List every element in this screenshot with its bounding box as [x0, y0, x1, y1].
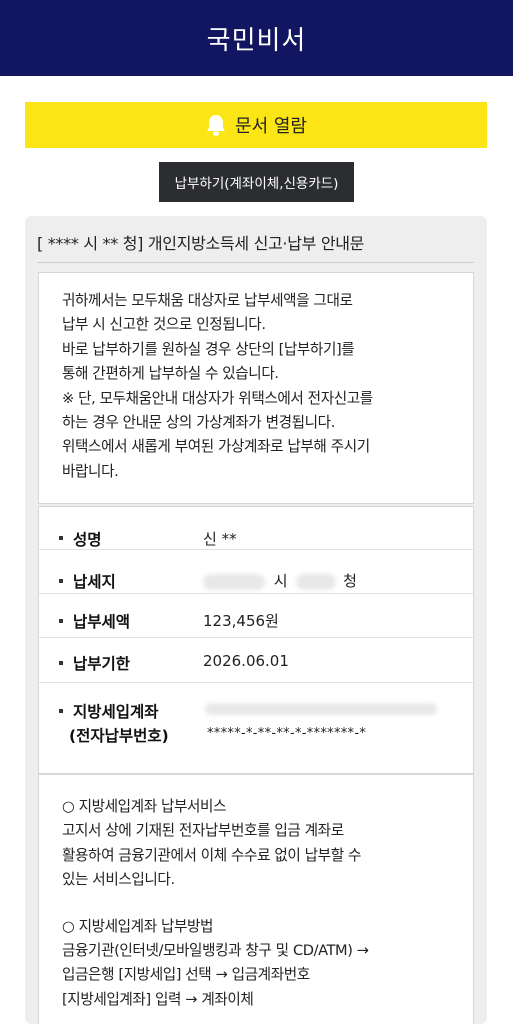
due-date-value: 2026.06.01	[203, 652, 289, 670]
bullet-icon	[59, 619, 63, 623]
location-city: 시	[273, 572, 288, 590]
title-divider	[37, 262, 474, 263]
service-panel: ○ 지방세입계좌 납부서비스 고지서 상에 기재된 전자납부번호를 입금 계좌로…	[38, 774, 474, 1024]
location-value: 시 청	[203, 570, 357, 591]
notice-line: 귀하께서는 모두채움 대상자로 납부세액을 그대로	[62, 292, 353, 309]
amount-label: 납부세액	[73, 613, 131, 631]
notice-line: 납부 시 신고한 것으로 인정됩니다.	[62, 316, 266, 334]
bell-icon	[205, 113, 227, 137]
masked-text	[205, 703, 437, 715]
masked-text	[203, 573, 265, 590]
service-section-title: ○ 지방세입계좌 납부방법	[62, 917, 214, 935]
account-sublabel: (전자납부번호)	[69, 727, 169, 745]
notice-line: 바랍니다.	[62, 462, 119, 480]
info-panel: 성명 신 ** 납세지 시 청 납부세액 123,456원 납부기한 2026.…	[38, 506, 474, 774]
info-row-due-date: 납부기한 2026.06.01	[39, 638, 473, 683]
info-row-amount: 납부세액 123,456원	[39, 594, 473, 638]
service-line: 활용하여 금융기관에서 이체 수수료 없이 납부할 수	[62, 846, 361, 864]
service-line: [지방세입계좌] 입력 → 계좌이체	[62, 990, 254, 1008]
service-line: 있는 서비스입니다.	[62, 871, 175, 889]
account-label: 지방세입계좌	[73, 703, 159, 721]
notice-panel: 귀하께서는 모두채움 대상자로 납부세액을 그대로 납부 시 신고한 것으로 인…	[38, 272, 474, 504]
notice-line: 위택스에서 새롭게 부여된 가상계좌로 납부해 주시기	[62, 438, 370, 456]
masked-text	[296, 573, 337, 590]
pay-button[interactable]: 납부하기(계좌이체,신용카드)	[159, 162, 354, 202]
bullet-icon	[59, 579, 63, 583]
name-label: 성명	[73, 531, 102, 549]
name-value: 신 **	[203, 530, 237, 548]
amount-value: 123,456원	[203, 612, 279, 630]
app-title: 국민비서	[206, 25, 307, 56]
document-title: [ **** 시 ** 청] 개인지방소득세 신고·납부 안내문	[37, 234, 365, 253]
document-card: [ **** 시 ** 청] 개인지방소득세 신고·납부 안내문 귀하께서는 모…	[25, 216, 487, 1024]
bullet-icon	[59, 709, 63, 713]
app-header: 국민비서	[0, 0, 513, 76]
info-row-account: 지방세입계좌 (전자납부번호) *****-*-**-**-*-*******-…	[39, 683, 473, 775]
account-value: *****-*-**-**-*-*******-*	[207, 726, 367, 741]
location-label: 납세지	[73, 573, 116, 591]
due-date-label: 납부기한	[73, 655, 131, 673]
location-office: 청	[343, 572, 357, 590]
service-line: 금융기관(인터넷/모바일뱅킹과 창구 및 CD/ATM) →	[62, 942, 369, 960]
info-row-name: 성명 신 **	[39, 507, 473, 550]
notice-line: ※ 단, 모두채움안내 대상자가 위택스에서 전자신고를	[62, 389, 373, 407]
bullet-icon	[59, 661, 63, 665]
bullet-icon	[59, 536, 63, 540]
notice-line: 통해 간편하게 납부하실 수 있습니다.	[62, 365, 279, 383]
notice-line: 바로 납부하기를 원하실 경우 상단의 [납부하기]를	[62, 340, 355, 358]
notice-line: 하는 경우 안내문 상의 가상계좌가 변경됩니다.	[62, 414, 335, 432]
service-line: 입금은행 [지방세입] 선택 → 입금계좌번호	[62, 966, 310, 984]
open-document-label: 문서 열람	[235, 116, 307, 137]
service-section-title: ○ 지방세입계좌 납부서비스	[62, 798, 227, 815]
open-document-button[interactable]: 문서 열람	[25, 102, 487, 148]
info-row-location: 납세지 시 청	[39, 550, 473, 594]
service-line: 고지서 상에 기재된 전자납부번호를 입금 계좌로	[62, 822, 344, 840]
